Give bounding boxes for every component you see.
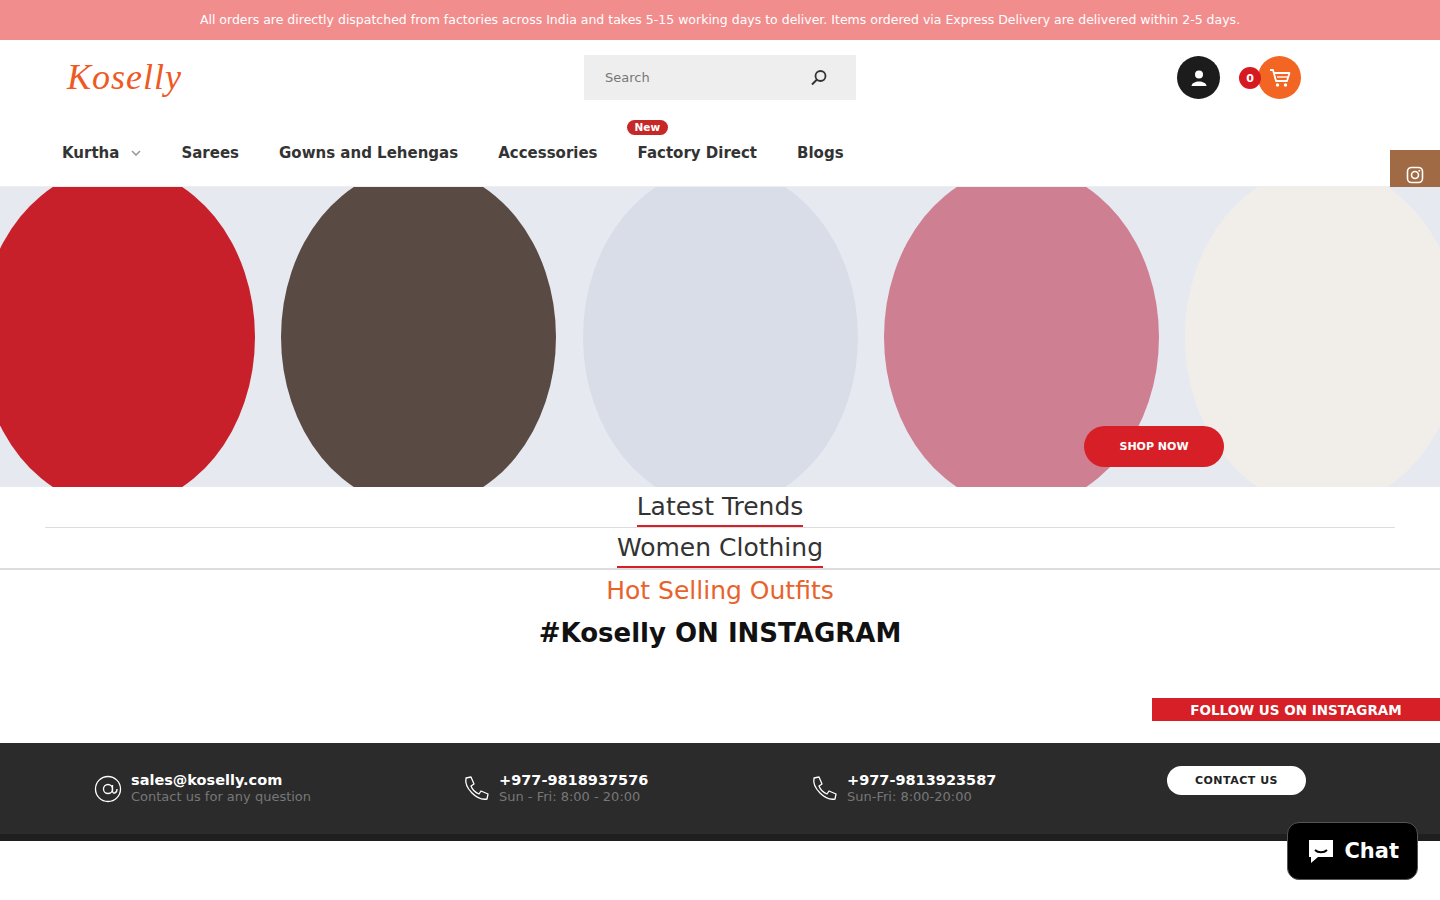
contact-note: Sun - Fri: 8:00 - 20:00 bbox=[499, 789, 648, 805]
page: All orders are directly dispatched from … bbox=[0, 0, 1440, 900]
contact-item: sales@koselly.comContact us for any ques… bbox=[94, 772, 462, 805]
contact-us-button[interactable]: CONTACT US bbox=[1167, 766, 1306, 795]
header: Koselly Search 0 bbox=[0, 40, 1440, 100]
announcement-bar: All orders are directly dispatched from … bbox=[0, 0, 1440, 40]
user-icon bbox=[1190, 69, 1208, 87]
nav-item[interactable]: Kurtha bbox=[62, 140, 141, 166]
at-sign-icon bbox=[94, 775, 122, 803]
section-heading-row: Women Clothing bbox=[0, 528, 1440, 570]
phone-icon bbox=[810, 775, 838, 803]
contact-note: Contact us for any question bbox=[131, 789, 311, 805]
main-nav: Kurtha Sarees Gowns and Lehengas Accessorie… bbox=[0, 100, 1440, 187]
search-placeholder: Search bbox=[605, 70, 650, 85]
follow-instagram-button[interactable]: FOLLOW US ON INSTAGRAM bbox=[1152, 698, 1440, 721]
instagram-follow-row: FOLLOW US ON INSTAGRAM bbox=[0, 652, 1440, 743]
section-title: Latest Trends bbox=[637, 487, 804, 527]
hero-banner: SHOP NOW bbox=[0, 187, 1440, 487]
sections: Latest TrendsWomen ClothingHot Selling O… bbox=[0, 487, 1440, 652]
cart-count-badge: 0 bbox=[1239, 67, 1261, 89]
chat-button[interactable]: Chat bbox=[1287, 822, 1418, 880]
footer: sales@koselly.comContact us for any ques… bbox=[0, 743, 1440, 841]
header-actions: 0 bbox=[856, 56, 1373, 99]
section-title: Hot Selling Outfits bbox=[606, 570, 834, 610]
chevron-down-icon bbox=[131, 150, 141, 156]
section-title: #Koselly ON INSTAGRAM bbox=[539, 610, 902, 652]
new-badge: New bbox=[627, 120, 669, 135]
contact-note: Sun-Fri: 8:00-20:00 bbox=[847, 789, 996, 805]
nav-item[interactable]: Blogs bbox=[797, 140, 844, 166]
cart-icon bbox=[1269, 68, 1291, 88]
contact-value[interactable]: sales@koselly.com bbox=[131, 772, 311, 789]
nav-item[interactable]: Accessories bbox=[498, 140, 597, 166]
nav-item[interactable]: Sarees bbox=[181, 140, 239, 166]
nav-item[interactable]: Gowns and Lehengas bbox=[279, 140, 458, 166]
shop-now-button[interactable]: SHOP NOW bbox=[1084, 426, 1224, 467]
phone-icon bbox=[462, 775, 490, 803]
instagram-icon bbox=[1406, 166, 1424, 184]
section-title: Women Clothing bbox=[617, 528, 823, 568]
hero-image bbox=[0, 187, 1440, 487]
cart-button[interactable]: 0 bbox=[1258, 56, 1301, 99]
contact-value[interactable]: +977-9818937576 bbox=[499, 772, 648, 789]
section-heading-row: Latest Trends bbox=[45, 487, 1395, 528]
chat-bubble-icon bbox=[1306, 837, 1336, 865]
contact-item: +977-9813923587Sun-Fri: 8:00-20:00 bbox=[810, 772, 1167, 805]
logo[interactable]: Koselly bbox=[67, 55, 584, 100]
contact-item: +977-9818937576Sun - Fri: 8:00 - 20:00 bbox=[462, 772, 810, 805]
contact-value[interactable]: +977-9813923587 bbox=[847, 772, 996, 789]
account-button[interactable] bbox=[1177, 56, 1220, 99]
search-field[interactable]: Search bbox=[584, 55, 856, 100]
search-icon[interactable] bbox=[810, 69, 828, 87]
nav-item[interactable]: NewFactory Direct bbox=[638, 140, 757, 166]
